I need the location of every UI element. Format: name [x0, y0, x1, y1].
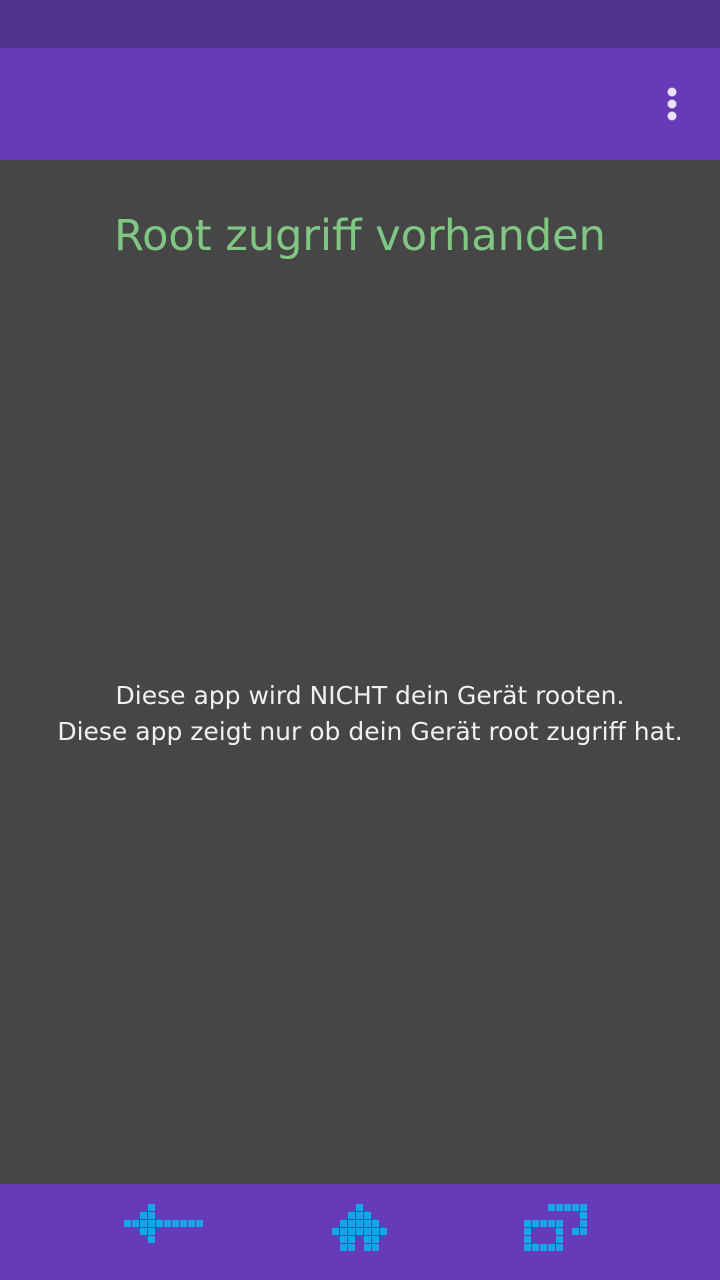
disclaimer-line-2: Diese app zeigt nur ob dein Gerät root z…: [57, 717, 683, 746]
overflow-menu-button[interactable]: [648, 80, 696, 128]
home-button[interactable]: [320, 1198, 400, 1266]
navigation-bar: [0, 1184, 720, 1280]
disclaimer-text: Diese app wird NICHT dein Gerät rooten. …: [20, 678, 720, 750]
recents-button[interactable]: [518, 1198, 598, 1266]
main-content: Root zugriff vorhanden Diese app wird NI…: [0, 160, 720, 1184]
screen: Root zugriff vorhanden Diese app wird NI…: [0, 0, 720, 1280]
pixel-arrow-up-icon: [332, 1204, 387, 1251]
pixel-recents-icon: [524, 1204, 587, 1251]
pixel-arrow-back-icon: [124, 1204, 203, 1243]
disclaimer-line-1: Diese app wird NICHT dein Gerät rooten.: [115, 681, 625, 710]
root-status-text: Root zugriff vorhanden: [114, 211, 606, 261]
status-bar: [0, 0, 720, 48]
app-bar: [0, 48, 720, 160]
back-button[interactable]: [124, 1198, 204, 1266]
more-vert-icon: [667, 87, 677, 121]
